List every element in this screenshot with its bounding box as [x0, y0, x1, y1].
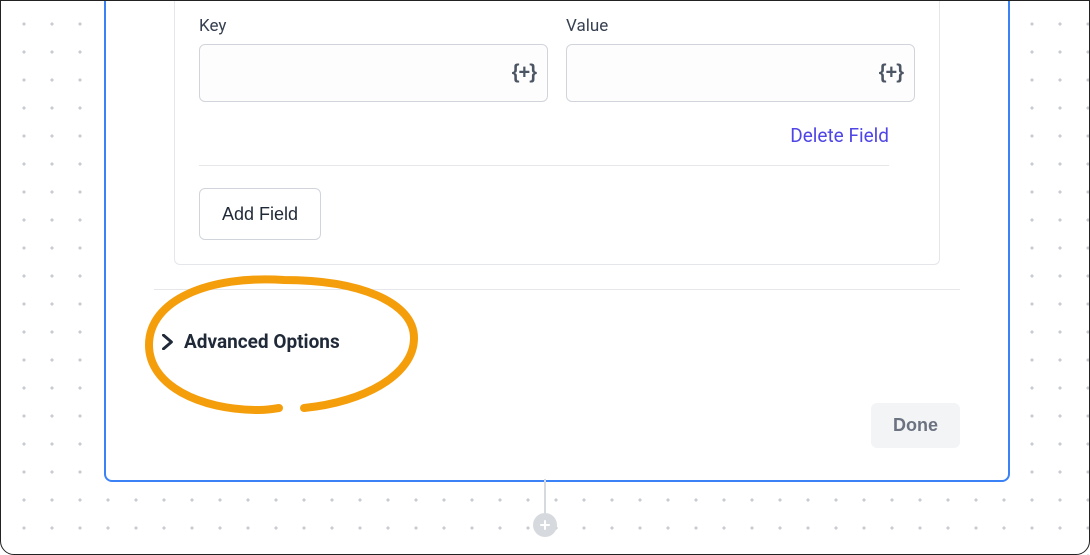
- key-column: Key {+}: [199, 16, 548, 102]
- delete-field-link[interactable]: Delete Field: [790, 124, 889, 147]
- advanced-options-label: Advanced Options: [184, 330, 340, 353]
- add-node-button[interactable]: [533, 513, 557, 537]
- done-row: Done: [154, 403, 960, 448]
- fields-section: Key {+} Value {+} Delete Field Add Field: [174, 0, 940, 265]
- done-button[interactable]: Done: [871, 403, 960, 448]
- delete-field-row: Delete Field: [199, 102, 915, 165]
- value-input[interactable]: [566, 44, 915, 102]
- field-divider: [199, 165, 889, 166]
- inject-variable-icon[interactable]: {+}: [879, 62, 903, 85]
- chevron-right-icon: [162, 334, 174, 350]
- key-input-wrapper: {+}: [199, 44, 548, 102]
- inject-variable-icon[interactable]: {+}: [512, 62, 536, 85]
- add-field-button[interactable]: Add Field: [199, 188, 321, 240]
- value-label: Value: [566, 16, 915, 36]
- key-input[interactable]: [199, 44, 548, 102]
- key-label: Key: [199, 16, 548, 36]
- advanced-options-toggle[interactable]: Advanced Options: [154, 290, 960, 353]
- field-row: Key {+} Value {+}: [199, 0, 915, 102]
- value-input-wrapper: {+}: [566, 44, 915, 102]
- config-card: Key {+} Value {+} Delete Field Add Field: [104, 0, 1010, 482]
- value-column: Value {+}: [566, 16, 915, 102]
